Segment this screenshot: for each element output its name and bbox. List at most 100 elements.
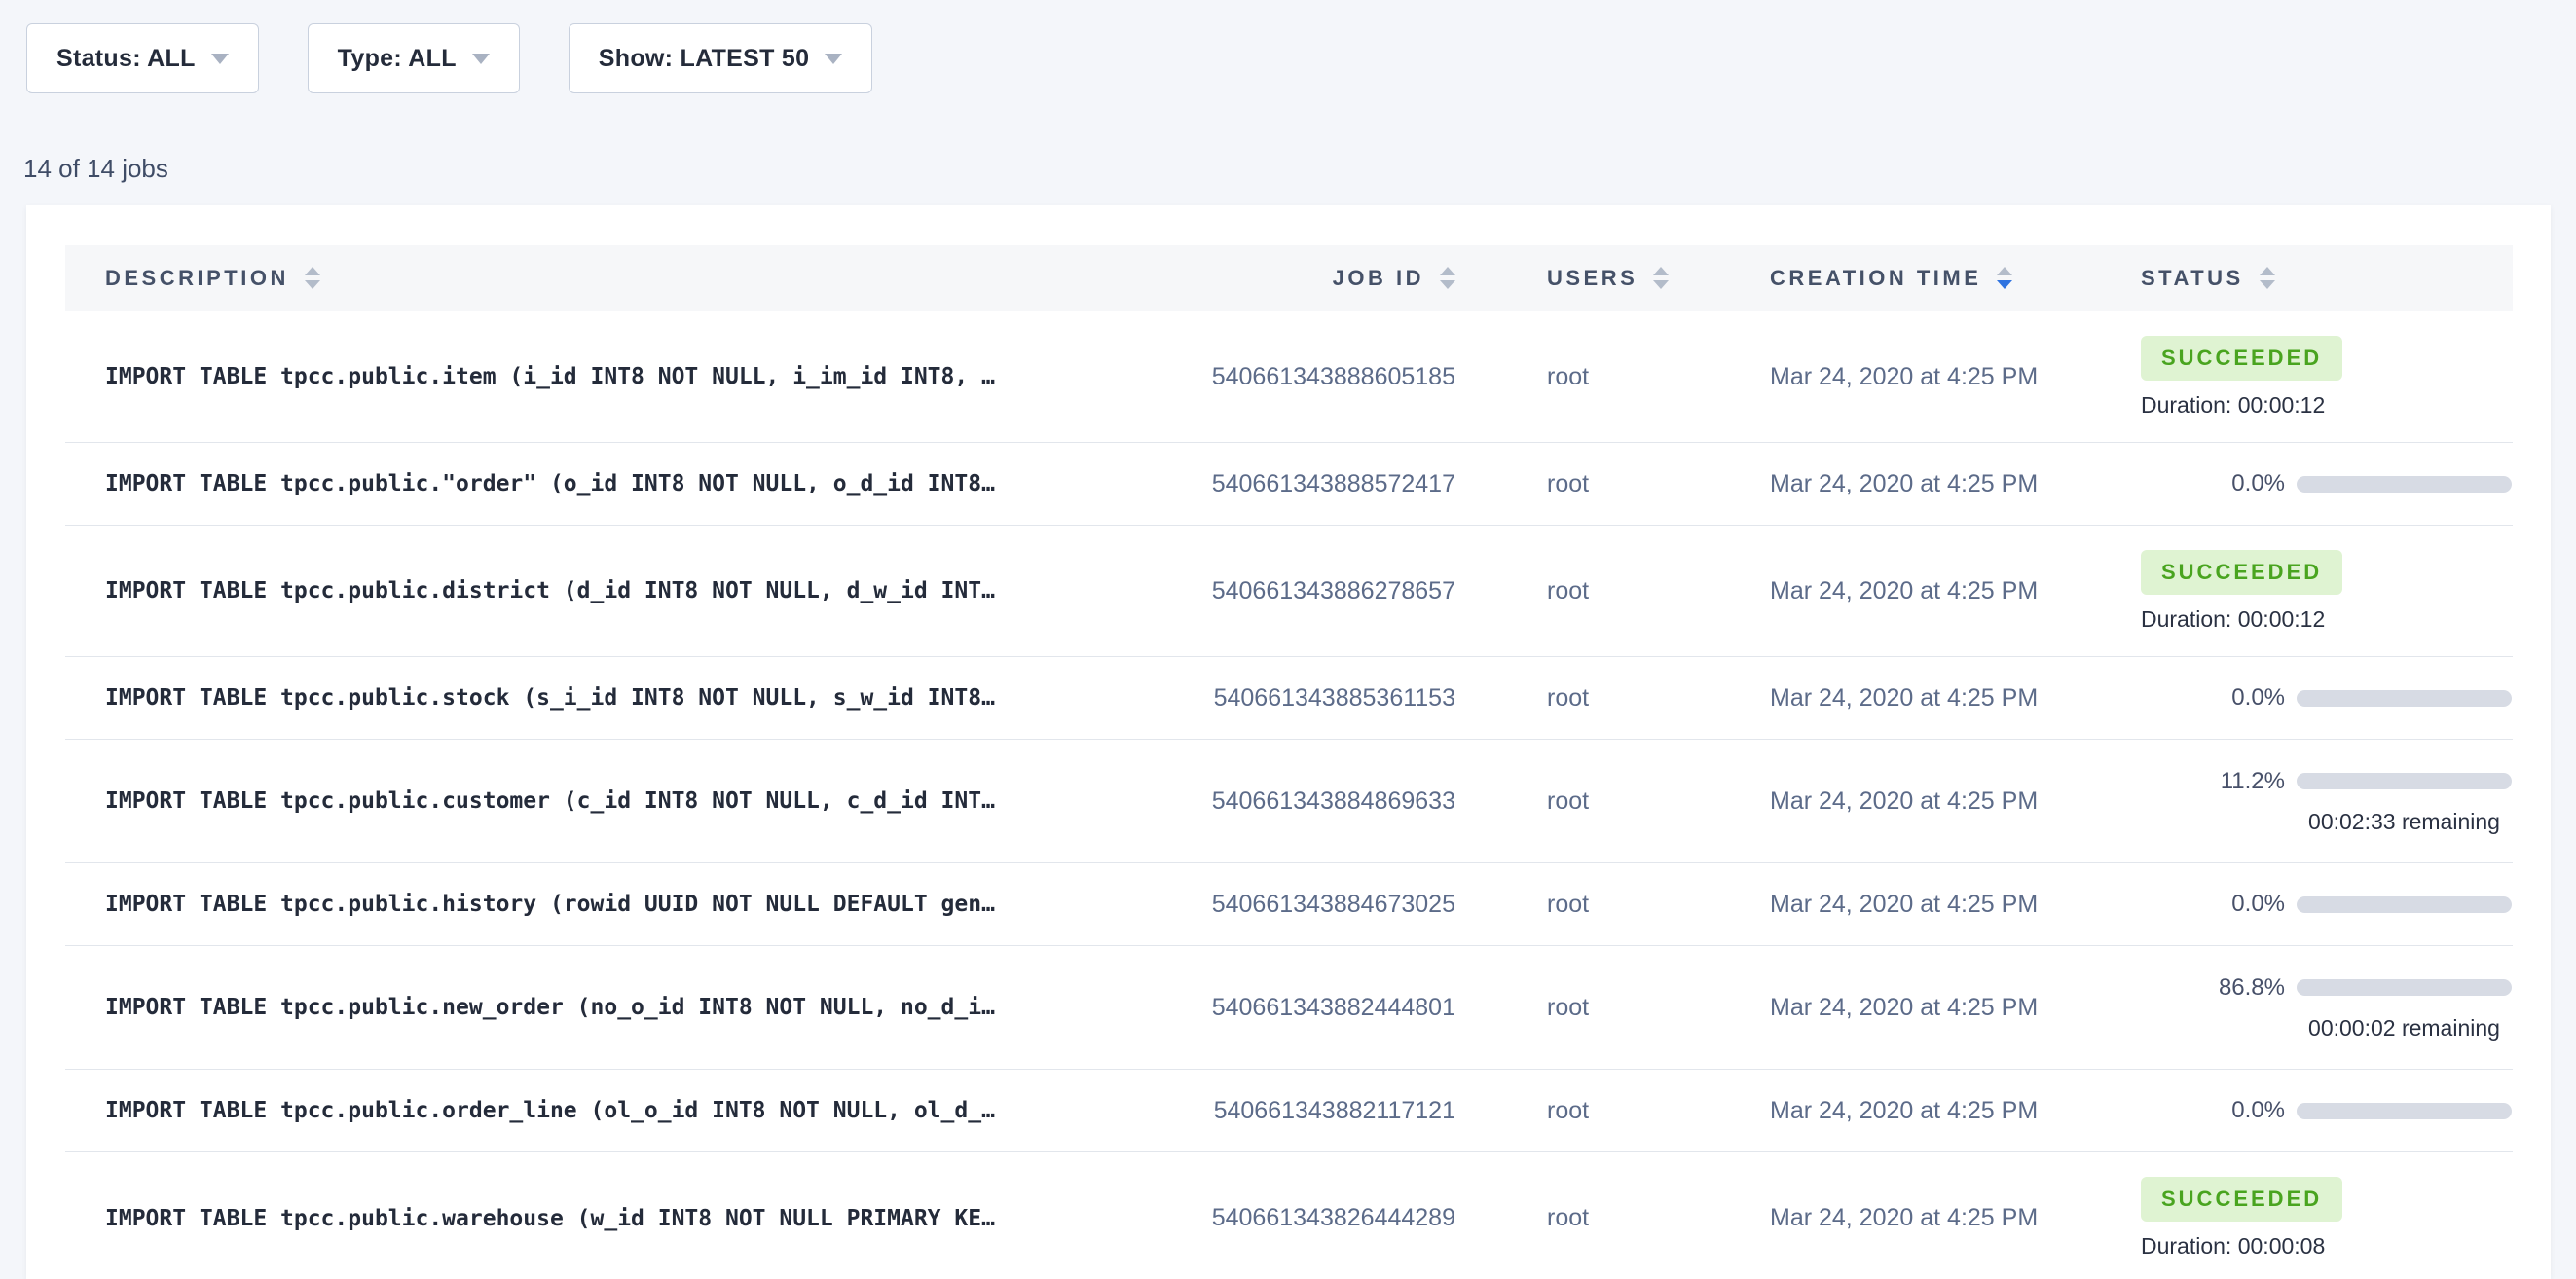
progress-bar	[2297, 476, 2512, 493]
status-filter-dropdown[interactable]: Status: ALL	[26, 23, 259, 93]
job-user: root	[1455, 891, 1770, 919]
job-id-link[interactable]: 540661343885361153	[1144, 684, 1455, 713]
chevron-down-icon	[211, 54, 229, 64]
job-user: root	[1455, 787, 1770, 816]
column-header-users[interactable]: USERS	[1455, 266, 1770, 291]
job-status-cell: SUCCEEDED Duration: 00:00:12	[2141, 336, 2513, 419]
filters-bar: Status: ALL Type: ALL Show: LATEST 50	[26, 23, 872, 93]
job-description[interactable]: IMPORT TABLE tpcc.public.item (i_id INT8…	[65, 364, 1144, 389]
job-description[interactable]: IMPORT TABLE tpcc.public."order" (o_id I…	[65, 471, 1144, 496]
status-progress-block: 0.0%	[2141, 891, 2513, 918]
column-header-status[interactable]: STATUS	[2141, 266, 2513, 291]
column-header-job-id[interactable]: JOB ID	[1144, 266, 1455, 291]
job-table-row: IMPORT TABLE tpcc.public.history (rowid …	[65, 863, 2513, 946]
job-id-link[interactable]: 540661343884869633	[1144, 787, 1455, 816]
sort-arrows-icon[interactable]	[305, 267, 320, 289]
job-creation-time: Mar 24, 2020 at 4:25 PM	[1770, 1204, 2141, 1232]
job-id-link[interactable]: 540661343826444289	[1144, 1204, 1455, 1232]
progress-percent: 0.0%	[2141, 684, 2285, 712]
job-user: root	[1455, 470, 1770, 498]
job-description[interactable]: IMPORT TABLE tpcc.public.warehouse (w_id…	[65, 1206, 1144, 1231]
progress-remaining: 00:02:33 remaining	[2297, 809, 2512, 835]
status-badge: SUCCEEDED	[2141, 550, 2342, 595]
job-creation-time: Mar 24, 2020 at 4:25 PM	[1770, 891, 2141, 919]
status-progress-block: 0.0%	[2141, 684, 2513, 712]
job-table-row: IMPORT TABLE tpcc.public.district (d_id …	[65, 526, 2513, 657]
progress-remaining: 00:00:02 remaining	[2297, 1015, 2512, 1041]
job-user: root	[1455, 684, 1770, 713]
job-description[interactable]: IMPORT TABLE tpcc.public.district (d_id …	[65, 578, 1144, 603]
chevron-down-icon	[472, 54, 490, 64]
job-user: root	[1455, 1204, 1770, 1232]
job-id-link[interactable]: 540661343882444801	[1144, 994, 1455, 1022]
sort-arrows-icon[interactable]	[1997, 267, 2012, 289]
job-creation-time: Mar 24, 2020 at 4:25 PM	[1770, 1097, 2141, 1125]
jobs-table-card: DESCRIPTION JOB ID USERS CREATION TIME S…	[26, 205, 2551, 1279]
progress-bar	[2297, 773, 2512, 789]
show-filter-label: Show: LATEST 50	[599, 45, 810, 73]
status-succeeded-block: SUCCEEDED Duration: 00:00:08	[2141, 1177, 2513, 1260]
job-status-cell: 0.0%	[2141, 1097, 2513, 1124]
job-status-cell: 0.0%	[2141, 891, 2513, 918]
status-progress-block: 0.0%	[2141, 1097, 2513, 1124]
job-status-cell: 86.8% 00:00:02 remaining	[2141, 974, 2513, 1041]
job-table-row: IMPORT TABLE tpcc.public.customer (c_id …	[65, 740, 2513, 863]
sort-arrows-icon[interactable]	[1440, 267, 1455, 289]
status-succeeded-block: SUCCEEDED Duration: 00:00:12	[2141, 550, 2513, 633]
status-duration: Duration: 00:00:12	[2141, 392, 2513, 419]
job-description[interactable]: IMPORT TABLE tpcc.public.stock (s_i_id I…	[65, 685, 1144, 711]
status-progress-block: 11.2% 00:02:33 remaining	[2141, 768, 2513, 835]
status-progress-block: 0.0%	[2141, 470, 2513, 497]
job-status-cell: SUCCEEDED Duration: 00:00:12	[2141, 550, 2513, 633]
job-user: root	[1455, 1097, 1770, 1125]
job-creation-time: Mar 24, 2020 at 4:25 PM	[1770, 363, 2141, 391]
job-table-row: IMPORT TABLE tpcc.public.stock (s_i_id I…	[65, 657, 2513, 740]
job-status-cell: 11.2% 00:02:33 remaining	[2141, 768, 2513, 835]
job-status-cell: 0.0%	[2141, 470, 2513, 497]
job-id-link[interactable]: 540661343882117121	[1144, 1097, 1455, 1125]
job-user: root	[1455, 363, 1770, 391]
column-header-creation-time[interactable]: CREATION TIME	[1770, 266, 2141, 291]
job-creation-time: Mar 24, 2020 at 4:25 PM	[1770, 994, 2141, 1022]
job-description[interactable]: IMPORT TABLE tpcc.public.new_order (no_o…	[65, 995, 1144, 1020]
progress-percent: 0.0%	[2141, 470, 2285, 497]
job-id-link[interactable]: 540661343886278657	[1144, 577, 1455, 605]
progress-bar	[2297, 1103, 2512, 1119]
column-header-description[interactable]: DESCRIPTION	[65, 266, 1144, 291]
job-table-row: IMPORT TABLE tpcc.public.warehouse (w_id…	[65, 1152, 2513, 1279]
job-table-row: IMPORT TABLE tpcc.public."order" (o_id I…	[65, 443, 2513, 526]
job-description[interactable]: IMPORT TABLE tpcc.public.history (rowid …	[65, 892, 1144, 917]
job-description[interactable]: IMPORT TABLE tpcc.public.order_line (ol_…	[65, 1098, 1144, 1123]
status-duration: Duration: 00:00:12	[2141, 606, 2513, 633]
status-badge: SUCCEEDED	[2141, 336, 2342, 381]
status-badge: SUCCEEDED	[2141, 1177, 2342, 1222]
type-filter-dropdown[interactable]: Type: ALL	[308, 23, 520, 93]
type-filter-label: Type: ALL	[338, 45, 457, 73]
sort-arrows-icon[interactable]	[2260, 267, 2275, 289]
progress-percent: 86.8%	[2141, 974, 2285, 1002]
job-user: root	[1455, 994, 1770, 1022]
progress-bar	[2297, 896, 2512, 913]
job-id-link[interactable]: 540661343888572417	[1144, 470, 1455, 498]
job-user: root	[1455, 577, 1770, 605]
job-status-cell: SUCCEEDED Duration: 00:00:08	[2141, 1177, 2513, 1260]
job-table-row: IMPORT TABLE tpcc.public.new_order (no_o…	[65, 946, 2513, 1070]
job-creation-time: Mar 24, 2020 at 4:25 PM	[1770, 577, 2141, 605]
job-id-link[interactable]: 540661343884673025	[1144, 891, 1455, 919]
status-duration: Duration: 00:00:08	[2141, 1233, 2513, 1260]
job-creation-time: Mar 24, 2020 at 4:25 PM	[1770, 787, 2141, 816]
progress-percent: 0.0%	[2141, 1097, 2285, 1124]
progress-bar	[2297, 979, 2512, 996]
sort-arrows-icon[interactable]	[1653, 267, 1669, 289]
progress-bar	[2297, 690, 2512, 707]
job-id-link[interactable]: 540661343888605185	[1144, 363, 1455, 391]
jobs-count-summary: 14 of 14 jobs	[23, 154, 168, 184]
job-creation-time: Mar 24, 2020 at 4:25 PM	[1770, 470, 2141, 498]
job-table-row: IMPORT TABLE tpcc.public.order_line (ol_…	[65, 1070, 2513, 1152]
table-body: IMPORT TABLE tpcc.public.item (i_id INT8…	[65, 311, 2513, 1279]
show-filter-dropdown[interactable]: Show: LATEST 50	[569, 23, 873, 93]
progress-percent: 0.0%	[2141, 891, 2285, 918]
progress-percent: 11.2%	[2141, 768, 2285, 795]
chevron-down-icon	[825, 54, 842, 64]
job-description[interactable]: IMPORT TABLE tpcc.public.customer (c_id …	[65, 788, 1144, 814]
